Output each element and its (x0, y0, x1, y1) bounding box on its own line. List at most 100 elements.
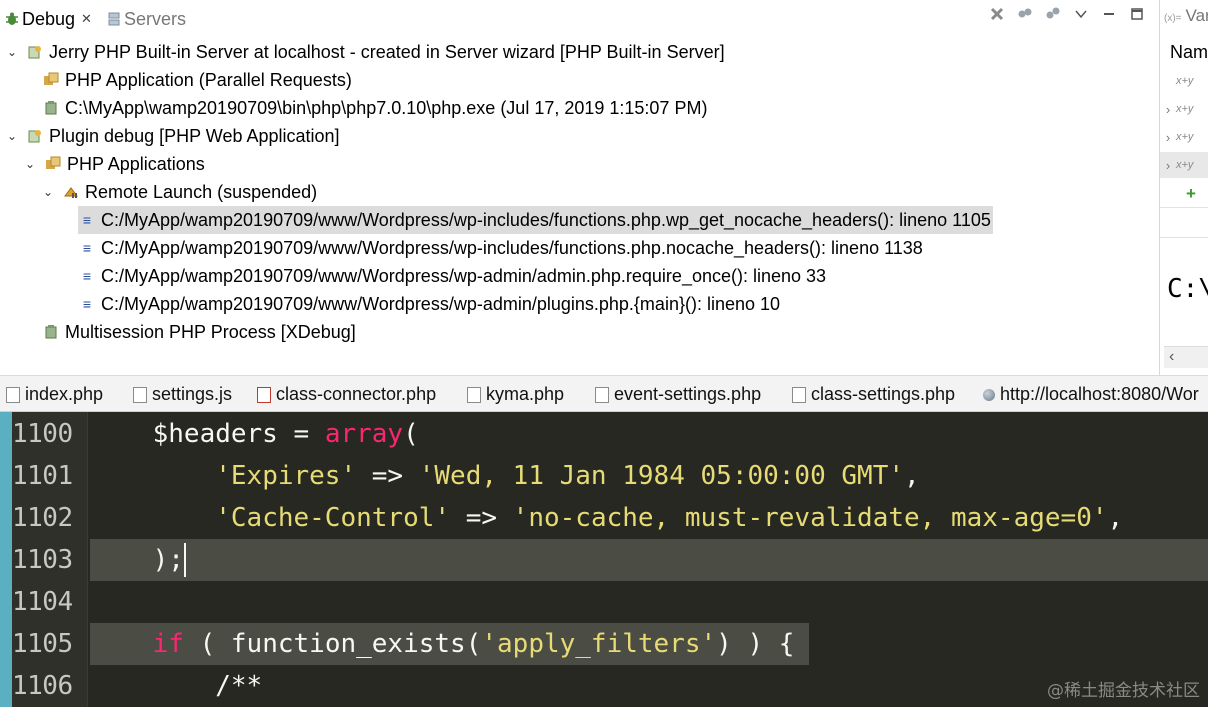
tree-item-label: Plugin debug [PHP Web Application] (49, 125, 340, 146)
code-token: ); (90, 545, 184, 575)
code-line: /** (90, 665, 262, 707)
code-line: 'Cache-Control' => 'no-cache, must-reval… (90, 497, 1123, 539)
php-file-icon (467, 386, 481, 403)
editor-tab-label: settings.js (152, 384, 233, 404)
line-number: 1101 (12, 461, 73, 491)
tree-item-remote-launch[interactable]: ⌄ Remote Launch (suspended) (40, 178, 317, 206)
view-menu-icon[interactable] (1072, 7, 1090, 24)
tab-event-settings-php[interactable]: event-settings.php (595, 376, 761, 413)
chevron-right-icon[interactable]: › (1160, 102, 1176, 117)
code-token: 'Expires' (215, 461, 357, 491)
tree-item-multisession[interactable]: Multisession PHP Process [XDebug] (42, 318, 356, 346)
stack-frame-icon: ≡ (82, 268, 92, 284)
tab-index-php[interactable]: index.php (6, 376, 103, 413)
code-token: array (324, 419, 404, 449)
editor-tab-label: event-settings.php (614, 384, 762, 404)
line-number: 1106 (12, 671, 73, 701)
tree-item-label: PHP Application (Parallel Requests) (65, 69, 352, 90)
watermark: @稀土掘金技术社区 (1047, 681, 1200, 701)
editor-tabs: index.php settings.js class-connector.ph… (0, 375, 1208, 412)
tree-item-plugin-debug[interactable]: ⌄ Plugin debug [PHP Web Application] (4, 122, 340, 150)
tree-item-launch[interactable]: ⌄ Jerry PHP Built-in Server at localhost… (4, 38, 725, 66)
code-token: $headers = (90, 419, 325, 449)
code-token: /** (90, 671, 263, 701)
code-token: , (1107, 503, 1124, 533)
tree-item-label: Multisession PHP Process [XDebug] (65, 321, 356, 342)
variable-icon: x+y (1176, 75, 1194, 87)
launch-config-icon (26, 127, 44, 145)
close-icon[interactable]: ✕ (81, 11, 92, 27)
editor-tab-label: index.php (25, 384, 104, 404)
php-file-icon (6, 386, 20, 403)
remove-all-terminated-icon[interactable] (988, 6, 1006, 25)
chevron-down-icon[interactable]: ⌄ (4, 45, 20, 59)
disconnect-icon[interactable] (1044, 6, 1062, 25)
tab-kyma-php[interactable]: kyma.php (467, 376, 564, 413)
php-file-icon (595, 386, 609, 403)
tree-item-php-applications[interactable]: ⌄ PHP Applications (22, 150, 205, 178)
tab-class-settings-php[interactable]: class-settings.php (792, 376, 955, 413)
code-editor[interactable]: 1100 1101 1102 1103 1104 1105 1106 $head… (0, 412, 1208, 707)
stack-frame-selected[interactable]: ≡ C:/MyApp/wamp20190709/www/Wordpress/wp… (78, 206, 993, 234)
php-file-icon (792, 386, 806, 403)
code-line: if ( function_exists('apply_filters') ) … (90, 623, 795, 665)
variable-row[interactable]: › x+y (1160, 152, 1208, 178)
process-icon (42, 323, 60, 341)
tree-item-label: C:/MyApp/wamp20190709/www/Wordpress/wp-i… (101, 209, 991, 230)
code-token: ( (403, 419, 419, 449)
stack-frame[interactable]: ≡ C:/MyApp/wamp20190709/www/Wordpress/wp… (78, 262, 826, 290)
line-number: 1102 (12, 503, 73, 533)
editor-tab-label: http://localhost:8080/Wor (1000, 384, 1199, 404)
php-application-icon (42, 71, 60, 89)
variables-icon: (x)= (1164, 13, 1182, 24)
tab-browser-localhost[interactable]: http://localhost:8080/Wor (983, 376, 1199, 413)
divider (1160, 237, 1208, 238)
connect-icon[interactable] (1016, 6, 1034, 25)
chevron-left-icon[interactable]: ‹ (1169, 348, 1174, 366)
chevron-down-icon[interactable]: ⌄ (22, 157, 38, 171)
add-watch-icon[interactable]: + (1186, 184, 1196, 204)
chevron-right-icon[interactable]: › (1160, 158, 1176, 173)
text-cursor (183, 543, 186, 577)
maximize-icon[interactable] (1128, 7, 1146, 24)
divider (1160, 207, 1208, 208)
thread-suspended-icon (62, 183, 80, 201)
variable-row[interactable]: › x+y (1160, 96, 1208, 122)
tab-variables[interactable]: (x)=Var (1164, 6, 1208, 26)
tree-item-label: C:/MyApp/wamp20190709/www/Wordpress/wp-a… (101, 293, 781, 314)
tree-item-label: Jerry PHP Built-in Server at localhost -… (49, 41, 725, 62)
bug-icon (2, 9, 22, 29)
variable-detail-pane: C:\ (1167, 274, 1208, 304)
variable-row[interactable]: › x+y (1160, 124, 1208, 150)
code-token: ( function_exists( (183, 629, 482, 659)
code-token: 'no-cache, must-revalidate, max-age=0' (512, 503, 1108, 533)
variable-row[interactable]: x+y (1160, 68, 1208, 94)
tab-debug-label: Debug (22, 8, 76, 29)
chevron-down-icon[interactable]: ⌄ (40, 185, 56, 199)
variable-icon: x+y (1176, 159, 1194, 171)
current-line-highlight (90, 539, 1208, 581)
tree-item-php-application[interactable]: PHP Application (Parallel Requests) (42, 66, 352, 94)
stack-frame[interactable]: ≡ C:/MyApp/wamp20190709/www/Wordpress/wp… (78, 290, 780, 318)
tab-class-connector-php[interactable]: class-connector.php (257, 376, 436, 413)
column-header-name[interactable]: Nam (1170, 42, 1208, 63)
tree-item-process[interactable]: C:\MyApp\wamp20190709\bin\php\php7.0.10\… (42, 94, 707, 122)
chevron-down-icon[interactable]: ⌄ (4, 129, 20, 143)
tab-servers[interactable]: Servers (104, 2, 186, 36)
debug-view-toolbar (988, 4, 1146, 26)
horizontal-scrollbar[interactable]: ‹ (1164, 346, 1208, 368)
minimize-icon[interactable] (1100, 7, 1118, 24)
line-number-gutter: 1100 1101 1102 1103 1104 1105 1106 (0, 412, 88, 707)
chevron-right-icon[interactable]: › (1160, 130, 1176, 145)
stack-frame[interactable]: ≡ C:/MyApp/wamp20190709/www/Wordpress/wp… (78, 234, 923, 262)
editor-tab-label: kyma.php (486, 384, 565, 404)
tab-debug[interactable]: Debug ✕ (2, 2, 92, 36)
server-icon (104, 9, 124, 29)
php-application-icon (44, 155, 62, 173)
variable-icon: x+y (1176, 131, 1194, 143)
debug-view-tabs: Debug ✕ Servers (0, 0, 1158, 38)
tab-settings-js[interactable]: settings.js (133, 376, 232, 413)
